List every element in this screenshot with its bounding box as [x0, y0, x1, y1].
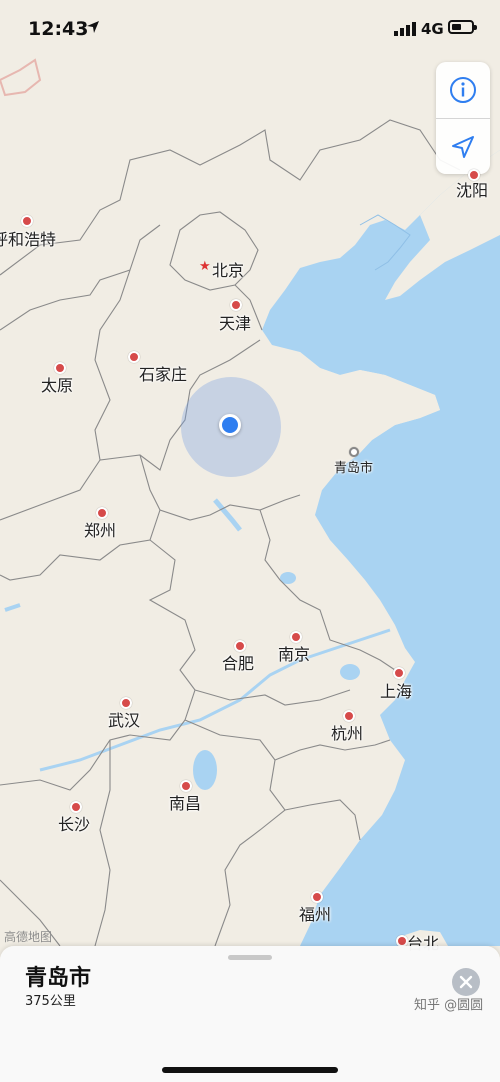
tracking-button[interactable] — [436, 119, 490, 174]
user-location-dot[interactable] — [219, 414, 241, 436]
place-card-sheet[interactable]: 青岛市 375公里 知乎 @圆圆 — [0, 946, 500, 1082]
sheet-grabber-handle[interactable] — [228, 955, 272, 960]
city-label-tianjin[interactable]: 天津 — [219, 310, 251, 334]
status-bar: 12:43 4G — [0, 0, 500, 60]
city-label-hefei[interactable]: 合肥 — [222, 650, 254, 674]
city-label-changsha[interactable]: 长沙 — [58, 811, 90, 835]
capital-star-icon: ★ — [199, 259, 211, 274]
location-arrow-icon — [452, 135, 474, 158]
close-icon — [459, 975, 473, 989]
city-label-nanchang[interactable]: 南昌 — [169, 790, 201, 814]
cellular-signal-icon — [394, 22, 416, 36]
city-label-hohhot[interactable]: 呼和浩特 — [0, 226, 56, 250]
place-distance: 375公里 — [25, 994, 76, 1009]
city-label-shijiazhuang[interactable]: 石家庄 — [139, 361, 187, 385]
close-button[interactable] — [452, 968, 480, 996]
city-label-taiyuan[interactable]: 太原 — [41, 372, 73, 396]
home-indicator[interactable] — [162, 1067, 338, 1073]
city-label-qingdao[interactable]: 青岛市 — [334, 457, 373, 476]
city-label-fuzhou[interactable]: 福州 — [299, 901, 331, 925]
city-label-beijing[interactable]: 北京 — [212, 257, 244, 281]
city-label-nanjing[interactable]: 南京 — [278, 641, 310, 665]
place-title: 青岛市 — [25, 966, 92, 991]
network-type: 4G — [421, 20, 444, 38]
location-services-icon — [87, 21, 99, 33]
city-label-zhengzhou[interactable]: 郑州 — [84, 517, 116, 541]
map-info-button[interactable] — [436, 62, 490, 118]
status-time: 12:43 — [28, 18, 89, 40]
map-canvas[interactable] — [0, 0, 500, 1082]
map-controls — [436, 62, 490, 174]
city-label-shenyang[interactable]: 沈阳 — [456, 177, 488, 201]
city-label-wuhan[interactable]: 武汉 — [108, 707, 140, 731]
city-label-shanghai[interactable]: 上海 — [380, 678, 412, 702]
battery-icon — [448, 20, 477, 34]
map-attribution: 高德地图 — [4, 930, 53, 944]
source-watermark: 知乎 @圆圆 — [414, 998, 484, 1013]
info-icon — [450, 77, 476, 103]
city-dot-qingdao — [349, 447, 359, 457]
city-label-hangzhou[interactable]: 杭州 — [331, 720, 363, 744]
